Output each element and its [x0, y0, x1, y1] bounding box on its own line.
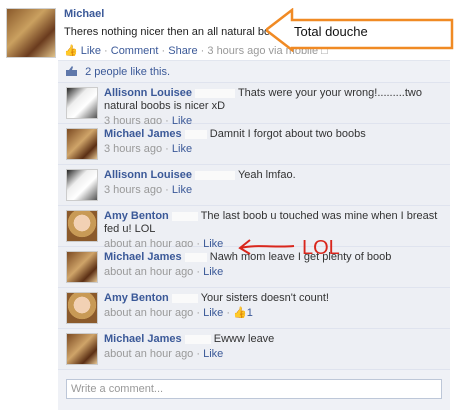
comment-like-link[interactable]: Like [203, 348, 223, 360]
comment-like-link[interactable]: Like [172, 184, 192, 196]
thumb-icon: 👍 [233, 307, 247, 319]
redacted-name [171, 293, 198, 303]
comment-author[interactable]: Amy Benton [104, 210, 169, 222]
comment-text: Your sisters doesn't count! [200, 292, 329, 304]
redacted-name [195, 170, 236, 180]
comment: Allisonn Louisee Yeah lmfao. 3 hours ago… [58, 165, 450, 206]
comment: Michael James Ewww leave about an hour a… [58, 329, 450, 370]
lol-text: LOL [302, 237, 340, 259]
avatar[interactable] [66, 87, 98, 119]
comment-time[interactable]: 3 hours ago [104, 143, 162, 155]
redacted-name [184, 334, 211, 344]
lol-annotation: LOL [238, 237, 340, 259]
avatar[interactable] [66, 251, 98, 283]
avatar[interactable] [66, 292, 98, 324]
comment-meta: 3 hours ago · Like [104, 143, 193, 155]
comment-like-link[interactable]: Like [172, 143, 192, 155]
comment-body: Allisonn Louisee Thats were your your wr… [104, 87, 446, 128]
comment-time[interactable]: 3 hours ago [104, 184, 162, 196]
avatar[interactable] [66, 333, 98, 365]
thumb-icon [66, 66, 77, 76]
comment-meta: 3 hours ago · Like [104, 184, 193, 196]
comment-author[interactable]: Michael James [104, 128, 182, 140]
separator: · [200, 45, 205, 57]
comment-time[interactable]: about an hour ago [104, 307, 193, 319]
comment-like-count[interactable]: 1 [247, 307, 253, 319]
comment: Allisonn Louisee Thats were your your wr… [58, 83, 450, 127]
redacted-name [184, 252, 207, 262]
thumb-icon: 👍 [64, 45, 78, 57]
avatar[interactable] [66, 210, 98, 242]
comment-text: Yeah lmfao. [237, 169, 296, 181]
comment-body: Michael James Damnit I forgot about two … [104, 128, 446, 156]
comment-meta: about an hour ago · Like · 👍1 [104, 307, 253, 319]
post-like-link[interactable]: Like [81, 45, 101, 57]
post-comment-link[interactable]: Comment [111, 45, 159, 57]
post-author[interactable]: Michael [64, 8, 104, 20]
comment-body: Allisonn Louisee Yeah lmfao. 3 hours ago… [104, 169, 446, 197]
comment-like-link[interactable]: Like [203, 307, 223, 319]
post-share-link[interactable]: Share [168, 45, 197, 57]
comment-text: Ewww leave [213, 333, 275, 345]
comment-time[interactable]: about an hour ago [104, 348, 193, 360]
lol-arrow-line [239, 245, 295, 249]
redacted-name [184, 129, 207, 139]
comment-author[interactable]: Amy Benton [104, 292, 169, 304]
comment-author[interactable]: Michael James [104, 333, 182, 345]
comment-meta: about an hour ago · Like [104, 266, 224, 278]
likes-text[interactable]: 2 people like this. [85, 66, 170, 78]
comment-meta: about an hour ago · Like [104, 348, 224, 360]
separator: · [161, 45, 166, 57]
avatar[interactable] [66, 128, 98, 160]
comment-author[interactable]: Allisonn Louisee [104, 169, 192, 181]
redacted-name [195, 88, 236, 98]
comment-body: Michael James Ewww leave about an hour a… [104, 333, 446, 361]
comment-time[interactable]: about an hour ago [104, 266, 193, 278]
comment-body: Amy Benton Your sisters doesn't count! a… [104, 292, 446, 320]
avatar[interactable] [6, 8, 56, 58]
avatar[interactable] [66, 169, 98, 201]
annotation-text: Total douche [294, 24, 368, 39]
comment-input[interactable]: Write a comment... [66, 379, 442, 399]
redacted-name [107, 9, 178, 20]
comment-author[interactable]: Allisonn Louisee [104, 87, 192, 99]
redacted-name [171, 211, 198, 221]
separator: · [104, 45, 108, 57]
likes-summary: 2 people like this. [58, 61, 450, 83]
comment-text: Damnit I forgot about two boobs [209, 128, 366, 140]
comment-like-link[interactable]: Like [203, 266, 223, 278]
comment: Michael James Damnit I forgot about two … [58, 124, 450, 165]
comment: Amy Benton Your sisters doesn't count! a… [58, 288, 450, 329]
comment-author[interactable]: Michael James [104, 251, 182, 263]
